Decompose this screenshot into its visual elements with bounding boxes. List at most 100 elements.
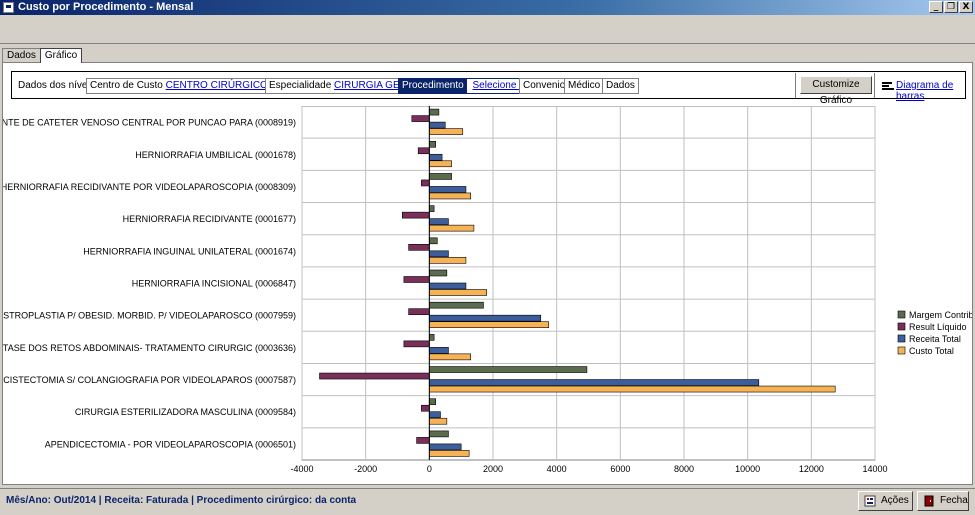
bar-result-líquido (416, 437, 430, 444)
acoes-button[interactable]: Ações (858, 491, 913, 511)
bar-custo-total (429, 289, 487, 296)
x-tick-label: -4000 (290, 464, 313, 474)
legend-label: Receita Total (909, 334, 961, 344)
x-tick-label: 8000 (674, 464, 694, 474)
bar-result-líquido (411, 115, 430, 122)
plot-area (301, 106, 876, 461)
category-label: DIASTASE DOS RETOS ABDOMINAIS- TRATAMENT… (3, 343, 296, 353)
bar-chart: -4000 -2000 0 2000 4000 6000 8000 10000 12000 140… (3, 106, 972, 474)
category-label: CIRURGIA ESTERILIZADORA MASCULINA (00095… (75, 407, 296, 417)
bar-margem-contrib (429, 269, 448, 277)
x-tick-label: 4000 (547, 464, 567, 474)
category-label: COLECISTECTOMIA S/ COLANGIOGRAFIA POR VI… (3, 375, 296, 385)
x-tick-label: 12000 (799, 464, 824, 474)
category-label: HERNIORRAFIA RECIDIVANTE POR VIDEOLAPARO… (3, 182, 296, 192)
bar-result-líquido (408, 308, 430, 315)
bar-custo-total (429, 385, 836, 393)
category-label: HERNIORRAFIA INGUINAL UNILATERAL (000167… (83, 246, 296, 256)
diagram-bars-link[interactable]: Diagrama de barras (896, 80, 965, 102)
customize-chart-button[interactable]: Customize Gráfico (800, 76, 872, 106)
bar-margem-contrib (429, 173, 452, 180)
x-tick-label: 14000 (862, 464, 887, 474)
bar-chart-icon (882, 82, 894, 90)
tab-grafico[interactable]: Gráfico (39, 48, 83, 63)
bar-receita-total (429, 121, 446, 129)
legend-swatch (897, 334, 906, 343)
x-tick-label: 0 (427, 464, 432, 474)
legend-swatch (897, 346, 906, 355)
bar-custo-total (429, 224, 475, 232)
tab-dados[interactable]: Dados (2, 48, 41, 62)
minimize-button[interactable]: _ (929, 1, 943, 13)
bar-receita-total (429, 250, 449, 258)
bar-margem-contrib (429, 398, 437, 406)
x-tick-label: 2000 (483, 464, 503, 474)
bar-margem-contrib (429, 334, 435, 341)
bar-margem-contrib (429, 237, 438, 245)
separator (795, 73, 796, 98)
tab-strip: Dados Gráfico (2, 48, 83, 63)
bar-custo-total (429, 128, 464, 135)
bar-receita-total (429, 411, 441, 419)
bar-custo-total (429, 257, 467, 264)
x-tick-label: 10000 (735, 464, 760, 474)
bar-custo-total (429, 450, 470, 457)
bar-receita-total (429, 314, 542, 322)
procedimento-label: Procedimento (399, 79, 467, 93)
filter-convenio[interactable]: Convenio (519, 78, 570, 94)
category-label: APENDICECTOMIA - POR VIDEOLAPAROSCOPIA (… (45, 439, 296, 449)
category-label: HERNIORRAFIA INCISIONAL (0006847) (132, 279, 296, 289)
category-label: GASTROPLASTIA P/ OBESID. MORBID. P/ VIDE… (3, 311, 296, 321)
bar-receita-total (429, 379, 760, 386)
bar-result-líquido (421, 179, 430, 187)
bar-result-líquido (401, 211, 430, 219)
bar-custo-total (429, 160, 452, 168)
status-bar: Mês/Ano: Out/2014 | Receita: Faturada | … (0, 488, 975, 513)
legend-label: Custo Total (909, 346, 954, 356)
x-tick-label: -2000 (354, 464, 377, 474)
filter-medico[interactable]: Médico (564, 78, 605, 94)
bar-custo-total (429, 353, 472, 361)
bar-margem-contrib (429, 140, 437, 148)
toolbar-area (0, 15, 975, 44)
filter-bar: Dados dos níveis: Centro de Custo CENTRO… (11, 71, 966, 106)
especialidade-label: Especialidade (269, 80, 332, 91)
legend-swatch (897, 322, 906, 331)
bar-receita-total (429, 153, 443, 161)
fecha-button[interactable]: Fecha (917, 491, 969, 511)
actions-icon (864, 495, 876, 507)
restore-button[interactable]: ❐ (944, 1, 958, 13)
legend-label: Margem Contrib (909, 310, 972, 320)
bar-receita-total (429, 186, 467, 193)
bar-margem-contrib (429, 205, 435, 212)
window-title: Custo por Procedimento - Mensal (18, 1, 194, 13)
filter-dados[interactable]: Dados (602, 78, 639, 94)
bar-margem-contrib (429, 430, 449, 438)
legend-label: Result Líquido (909, 322, 967, 332)
acoes-label: Ações (881, 495, 909, 506)
bar-custo-total (429, 321, 550, 328)
bar-margem-contrib (429, 108, 440, 116)
bar-result-líquido (403, 276, 430, 283)
separator (874, 73, 875, 98)
bar-margem-contrib (429, 301, 484, 309)
chart-panel: Dados dos níveis: Centro de Custo CENTRO… (2, 62, 973, 485)
x-tick-label: 6000 (610, 464, 630, 474)
bar-result-líquido (319, 372, 430, 380)
bar-result-líquido (417, 147, 430, 155)
status-text: Mês/Ano: Out/2014 | Receita: Faturada | … (6, 495, 357, 506)
bar-receita-total (429, 282, 467, 290)
legend-swatch (897, 310, 906, 319)
bar-result-líquido (421, 404, 430, 412)
category-label: HERNIORRAFIA UMBILICAL (0001678) (135, 150, 296, 160)
bar-receita-total (429, 347, 449, 354)
centro-custo-label: Centro de Custo (90, 80, 163, 91)
bar-result-líquido (408, 244, 430, 251)
fecha-label: Fecha (940, 495, 968, 506)
bar-result-líquido (403, 340, 430, 348)
category-label: HERNIORRAFIA RECIDIVANTE (0001677) (123, 214, 296, 224)
window-title-bar[interactable]: Custo por Procedimento - Mensal _ ❐ X (0, 0, 975, 15)
category-label: IMPLANTE DE CATETER VENOSO CENTRAL POR P… (3, 118, 296, 128)
bar-margem-contrib (429, 366, 588, 373)
close-button[interactable]: X (959, 1, 973, 13)
